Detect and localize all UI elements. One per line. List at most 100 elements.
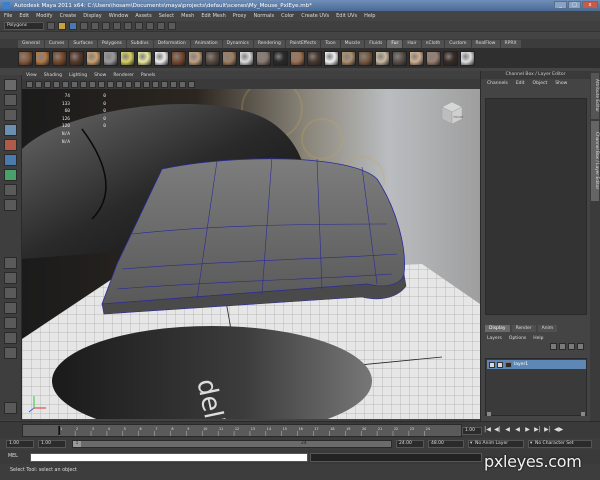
menu-mesh[interactable]: Mesh xyxy=(181,13,194,19)
menu-file[interactable]: File xyxy=(4,13,12,19)
channel-menu-edit[interactable]: Edit xyxy=(516,81,525,86)
texture-icon[interactable] xyxy=(134,80,141,88)
fur-preset-icon[interactable] xyxy=(341,50,356,66)
fur-preset-icon[interactable] xyxy=(409,50,424,66)
fur-preset-icon[interactable] xyxy=(205,50,220,66)
manipulator-icon[interactable] xyxy=(4,169,17,181)
snap-grid-icon[interactable] xyxy=(113,22,121,30)
shelf-tab-ncloth[interactable]: nCloth xyxy=(421,40,445,48)
step-back-frame-icon[interactable]: ◀ xyxy=(504,426,511,433)
close-button[interactable]: x xyxy=(582,1,598,9)
select-by-hierarchy-icon[interactable] xyxy=(80,22,88,30)
fur-preset-icon[interactable] xyxy=(171,50,186,66)
fur-preset-icon[interactable] xyxy=(103,50,118,66)
layer-color-swatch[interactable] xyxy=(505,361,512,368)
menu-create[interactable]: Create xyxy=(60,13,77,19)
grid-icon[interactable] xyxy=(71,80,78,88)
playback-end-field[interactable]: 24.00 xyxy=(396,440,424,448)
fur-preset-icon[interactable] xyxy=(18,50,33,66)
perspective-viewport[interactable]: dell 74 0 133 0 60 0 126 0 120 0 N/A N/A FRONT xyxy=(22,89,480,419)
attribute-editor-tab[interactable]: Attribute Editor xyxy=(591,73,599,119)
range-end-handle[interactable]: 24 xyxy=(301,441,311,447)
ipr-render-icon[interactable] xyxy=(157,22,165,30)
fur-preset-icon[interactable] xyxy=(392,50,407,66)
time-ruler[interactable]: 1 2 3 4 5 6 7 8 9 10 11 12 13 14 15 16 17 18 19 20 21 22 23 24 xyxy=(22,424,462,437)
fur-preset-icon[interactable] xyxy=(273,50,288,66)
snap-point-icon[interactable] xyxy=(135,22,143,30)
range-start-handle[interactable]: 1 xyxy=(73,441,81,447)
new-scene-icon[interactable] xyxy=(47,22,55,30)
menu-help[interactable]: Help xyxy=(364,13,375,19)
range-bar[interactable]: 1 24 xyxy=(72,440,392,448)
move-tool-icon[interactable] xyxy=(4,124,17,136)
channel-menu-channels[interactable]: Channels xyxy=(487,81,508,86)
go-to-end-icon[interactable]: ▶| xyxy=(544,426,551,433)
menu-color[interactable]: Color xyxy=(281,13,294,19)
shelf-tab-animation[interactable]: Animation xyxy=(190,40,222,48)
render-settings-icon[interactable] xyxy=(168,22,176,30)
animation-start-field[interactable]: 1.00 xyxy=(6,440,34,448)
create-layer-from-selected-icon[interactable] xyxy=(577,343,584,350)
shelf-tab-rendering[interactable]: Rendering xyxy=(253,40,285,48)
panel-menu-show[interactable]: Show xyxy=(94,73,106,78)
isolate-icon[interactable] xyxy=(179,80,186,88)
shelf-tab-subdivs[interactable]: Subdivs xyxy=(126,40,153,48)
command-input[interactable] xyxy=(30,453,308,462)
fur-preset-icon[interactable] xyxy=(239,50,254,66)
persp-graph-layout-icon[interactable] xyxy=(4,317,17,329)
menu-set-dropdown[interactable]: Polygons xyxy=(4,22,44,30)
current-time-marker[interactable] xyxy=(58,425,61,436)
tab-display[interactable]: Display xyxy=(485,325,510,332)
shelf-tab-deformation[interactable]: Deformation xyxy=(153,40,190,48)
current-time-field[interactable]: 1.00 xyxy=(462,427,482,435)
viewcube[interactable]: FRONT xyxy=(438,99,466,127)
select-tool-icon[interactable] xyxy=(4,79,17,91)
move-layer-down-icon[interactable] xyxy=(559,343,566,350)
animation-end-field[interactable]: 48.00 xyxy=(428,440,464,448)
shelf-tab-realflow[interactable]: RealFlow xyxy=(471,40,500,48)
shelf-tab-rprx[interactable]: RPRX xyxy=(500,40,521,48)
select-by-component-icon[interactable] xyxy=(102,22,110,30)
tab-render[interactable]: Render xyxy=(511,325,536,332)
shelf-tab-fur[interactable]: Fur xyxy=(387,40,403,48)
outliner-layout-icon[interactable] xyxy=(4,347,17,359)
bookmark-icon[interactable] xyxy=(44,80,51,88)
tab-anim[interactable]: Anim xyxy=(537,325,558,332)
channel-box-layer-editor-tab[interactable]: Channel Box / Layer Editor xyxy=(591,121,599,201)
fur-preset-icon[interactable] xyxy=(86,50,101,66)
channel-menu-object[interactable]: Object xyxy=(533,81,548,86)
fur-preset-icon[interactable] xyxy=(375,50,390,66)
image-plane-icon[interactable] xyxy=(53,80,60,88)
shelf-tab-dynamics[interactable]: Dynamics xyxy=(222,40,253,48)
panel-menu-shading[interactable]: Shading xyxy=(44,73,62,78)
menu-proxy[interactable]: Proxy xyxy=(233,13,247,19)
menu-edit[interactable]: Edit xyxy=(19,13,29,19)
playback-start-field[interactable]: 1.00 xyxy=(38,440,66,448)
shelf-tab-fluids[interactable]: Fluids xyxy=(365,40,387,48)
shelf-tab-general[interactable]: General xyxy=(18,40,44,48)
fur-preset-icon[interactable] xyxy=(256,50,271,66)
maximize-button[interactable]: □ xyxy=(568,1,581,9)
fur-preset-icon[interactable] xyxy=(443,50,458,66)
save-scene-icon[interactable] xyxy=(69,22,77,30)
channel-menu-show[interactable]: Show xyxy=(555,81,567,86)
snap-curve-icon[interactable] xyxy=(124,22,132,30)
layer-row[interactable]: layer1 xyxy=(487,360,586,369)
camera-icon[interactable] xyxy=(26,80,33,88)
character-set-dropdown[interactable]: No Character Set xyxy=(528,440,592,448)
wireframe-icon[interactable] xyxy=(116,80,123,88)
resolution-gate-icon[interactable] xyxy=(89,80,96,88)
minimize-button[interactable]: _ xyxy=(554,1,567,9)
fur-preset-icon[interactable] xyxy=(426,50,441,66)
open-scene-icon[interactable] xyxy=(58,22,66,30)
layer-playback-toggle[interactable] xyxy=(497,361,503,368)
fur-preset-icon[interactable] xyxy=(120,50,135,66)
go-to-start-icon[interactable]: |◀ xyxy=(484,426,491,433)
create-empty-layer-icon[interactable] xyxy=(568,343,575,350)
fur-preset-icon[interactable] xyxy=(290,50,305,66)
layer-menu-options[interactable]: Options xyxy=(509,336,526,341)
menu-edit-mesh[interactable]: Edit Mesh xyxy=(201,13,225,19)
channel-list[interactable] xyxy=(485,98,587,315)
menu-edit-uvs[interactable]: Edit UVs xyxy=(336,13,357,19)
fur-preset-icon[interactable] xyxy=(154,50,169,66)
